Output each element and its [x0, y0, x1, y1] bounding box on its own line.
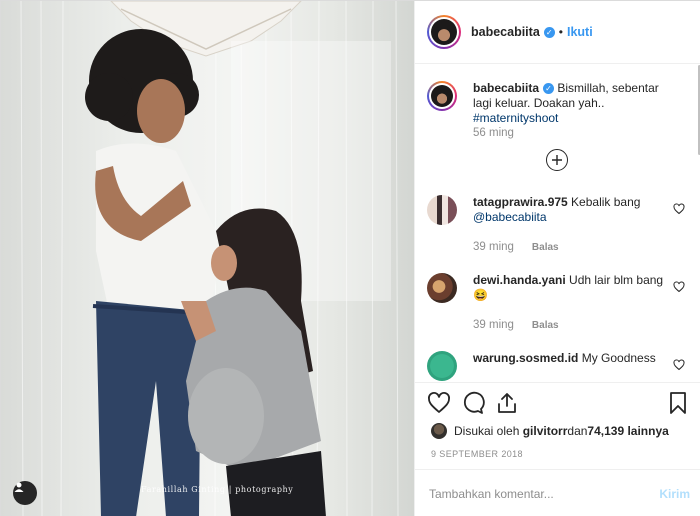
comment-text: dewi.handa.yani Udh lair blm bang 😆 — [473, 273, 669, 303]
liked-user[interactable]: gilvitorr — [523, 424, 568, 438]
maternity-photo-illustration — [20, 1, 399, 516]
comment-username[interactable]: tatagprawira.975 — [473, 195, 568, 209]
comment-username[interactable]: warung.sosmed.id — [473, 351, 578, 365]
verified-badge-icon: ✓ — [543, 26, 555, 38]
caption-avatar[interactable] — [427, 81, 457, 111]
heart-icon[interactable] — [427, 391, 451, 415]
comment-input[interactable] — [429, 486, 639, 501]
liked-count[interactable]: 74,139 lainnya — [587, 424, 668, 438]
user-tag-button[interactable] — [13, 481, 37, 505]
add-comments-icon — [552, 155, 562, 165]
comment-avatar[interactable] — [427, 351, 457, 381]
like-comment-heart-icon[interactable] — [673, 359, 685, 371]
comment-mention[interactable]: @babecabiita — [473, 210, 547, 224]
load-more-comments-button[interactable] — [546, 149, 568, 171]
instagram-post-modal: Farahillah Ginting | photography babecab… — [0, 0, 700, 516]
bookmark-icon[interactable] — [666, 391, 690, 415]
comment-time: 39 ming — [473, 241, 514, 253]
author-avatar[interactable] — [427, 15, 461, 49]
comment-composer: Kirim — [415, 469, 700, 516]
share-icon[interactable] — [495, 391, 519, 415]
reply-button[interactable]: Balas — [532, 320, 559, 331]
caption-hashtag[interactable]: #maternityshoot — [473, 111, 558, 125]
comment-avatar[interactable] — [427, 273, 457, 303]
laughing-emoji: 😆 — [473, 288, 488, 302]
caption-time: 56 ming — [473, 127, 514, 139]
comment-row: warung.sosmed.id My Goodness — [427, 351, 697, 381]
post-comment-button[interactable]: Kirim — [659, 487, 690, 501]
liked-by-line: Disukai oleh gilvitorr dan 74,139 lainny… — [431, 423, 669, 439]
comment-body: Udh lair blm bang — [565, 273, 664, 287]
comment-row: tatagprawira.975 Kebalik bang @babecabii… — [427, 195, 697, 265]
comment-icon[interactable] — [461, 391, 485, 415]
post-header: babecabiita ✓ • Ikuti — [415, 1, 700, 64]
caption-username[interactable]: babecabiita — [473, 81, 539, 95]
post-sidebar: babecabiita ✓ • Ikuti babecabiita ✓ Bismi… — [414, 1, 700, 516]
verified-badge-icon: ✓ — [543, 83, 555, 95]
author-username[interactable]: babecabiita — [471, 25, 540, 39]
comment-username[interactable]: dewi.handa.yani — [473, 273, 566, 287]
comment-row: dewi.handa.yani Udh lair blm bang 😆 39 mi… — [427, 273, 697, 343]
comment-time: 39 ming — [473, 319, 514, 331]
separator-dot: • — [558, 25, 563, 39]
liker-avatar[interactable] — [431, 423, 447, 439]
comment-avatar[interactable] — [427, 195, 457, 225]
comment-body: Kebalik bang — [567, 195, 641, 209]
caption-text: babecabiita ✓ Bismillah, sebentar lagi ke… — [473, 81, 669, 126]
comment-meta: 39 ming Balas — [473, 241, 559, 253]
comment-meta: 39 ming Balas — [473, 319, 559, 331]
comment-text: warung.sosmed.id My Goodness — [473, 351, 669, 366]
post-actions: Disukai oleh gilvitorr dan 74,139 lainny… — [415, 382, 700, 482]
post-photo[interactable]: Farahillah Ginting | photography — [1, 1, 414, 516]
reply-button[interactable]: Balas — [532, 242, 559, 253]
liked-prefix: Disukai oleh — [454, 424, 520, 438]
like-comment-heart-icon[interactable] — [673, 203, 685, 215]
liked-mid: dan — [567, 424, 588, 438]
post-date: 9 SEPTEMBER 2018 — [431, 449, 523, 459]
photo-credit-watermark: Farahillah Ginting | photography — [141, 485, 294, 494]
follow-button[interactable]: Ikuti — [567, 25, 593, 39]
caption-row: babecabiita ✓ Bismillah, sebentar lagi ke… — [427, 81, 697, 191]
comment-text: tatagprawira.975 Kebalik bang @babecabii… — [473, 195, 669, 225]
comments-list: babecabiita ✓ Bismillah, sebentar lagi ke… — [415, 65, 700, 381]
user-tag-icon — [14, 482, 24, 492]
comment-body: My Goodness — [578, 351, 656, 365]
like-comment-heart-icon[interactable] — [673, 281, 685, 293]
